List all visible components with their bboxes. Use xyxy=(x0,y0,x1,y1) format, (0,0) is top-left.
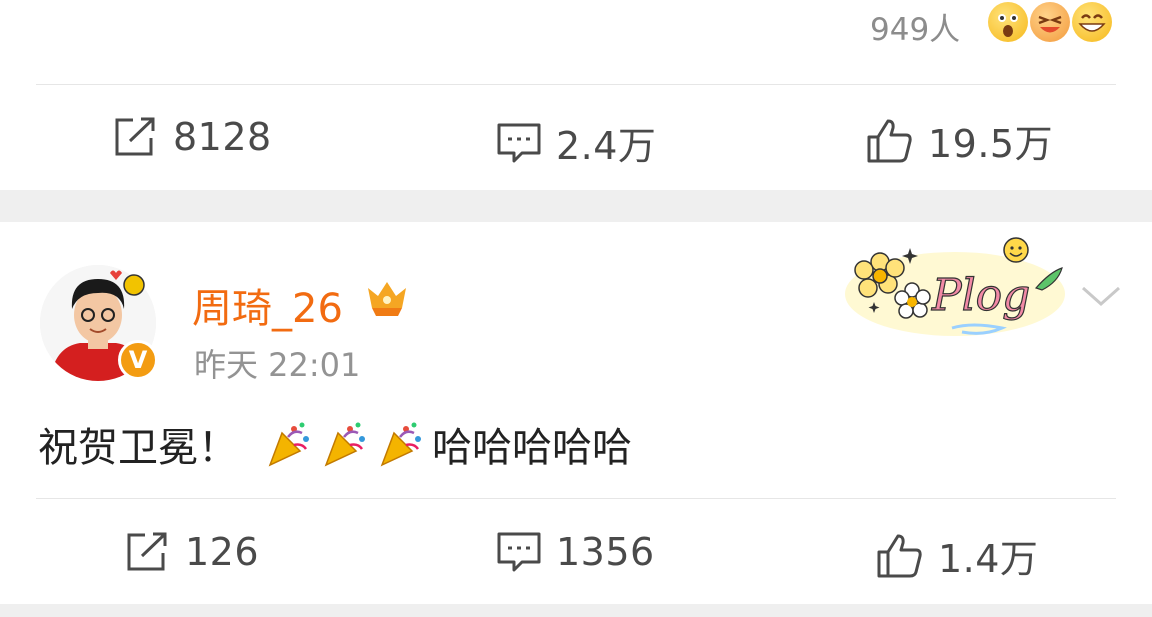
like-button[interactable]: 1.4万 xyxy=(876,528,1038,583)
repost-count: 8128 xyxy=(173,115,272,159)
username[interactable]: 周琦_26 xyxy=(192,276,343,334)
repost-icon xyxy=(127,532,167,571)
repost-count: 126 xyxy=(185,530,260,574)
party-popper-icon xyxy=(264,419,314,469)
feed-separator xyxy=(0,190,1152,222)
party-popper-icon xyxy=(376,419,426,469)
like-count: 1.4万 xyxy=(938,537,1039,581)
post-time: 昨天 22:01 xyxy=(194,346,361,384)
comment-icon xyxy=(497,532,541,572)
chevron-down-icon[interactable] xyxy=(1080,280,1122,314)
comment-icon xyxy=(497,123,541,162)
divider xyxy=(36,498,1116,499)
divider xyxy=(36,84,1116,85)
repost-button[interactable]: 126 xyxy=(125,530,259,574)
comment-button[interactable]: 2.4万 xyxy=(496,115,656,170)
comment-count: 2.4万 xyxy=(556,124,657,168)
thumbs-up-icon xyxy=(877,534,922,577)
laughing-emoji-icon xyxy=(1030,2,1070,42)
comment-count: 1356 xyxy=(556,530,655,574)
grinning-emoji-icon xyxy=(1072,2,1112,42)
comment-button[interactable]: 1356 xyxy=(496,530,655,574)
plog-label: Plog xyxy=(931,270,1030,321)
post-text-prefix: 祝贺卫冕！ xyxy=(38,425,238,471)
repost-icon xyxy=(115,117,155,156)
member-badge-icon[interactable] xyxy=(364,278,410,322)
like-button[interactable]: 19.5万 xyxy=(866,113,1053,168)
previous-post-card: 949人 8128 2.4万 19.5万 xyxy=(0,0,1152,190)
party-popper-icon xyxy=(320,419,370,469)
post-text: 祝贺卫冕！ 哈哈哈哈哈 xyxy=(38,415,632,473)
verified-badge: V xyxy=(118,340,158,380)
plog-decoration[interactable]: Plog xyxy=(840,232,1070,346)
post-text-suffix: 哈哈哈哈哈 xyxy=(432,425,632,471)
reaction-count[interactable]: 949人 xyxy=(870,4,960,49)
thumbs-up-icon xyxy=(867,119,912,162)
surprised-emoji-icon xyxy=(988,2,1028,42)
feed-separator xyxy=(0,604,1152,617)
like-count: 19.5万 xyxy=(928,122,1054,166)
repost-button[interactable]: 8128 xyxy=(113,115,272,159)
